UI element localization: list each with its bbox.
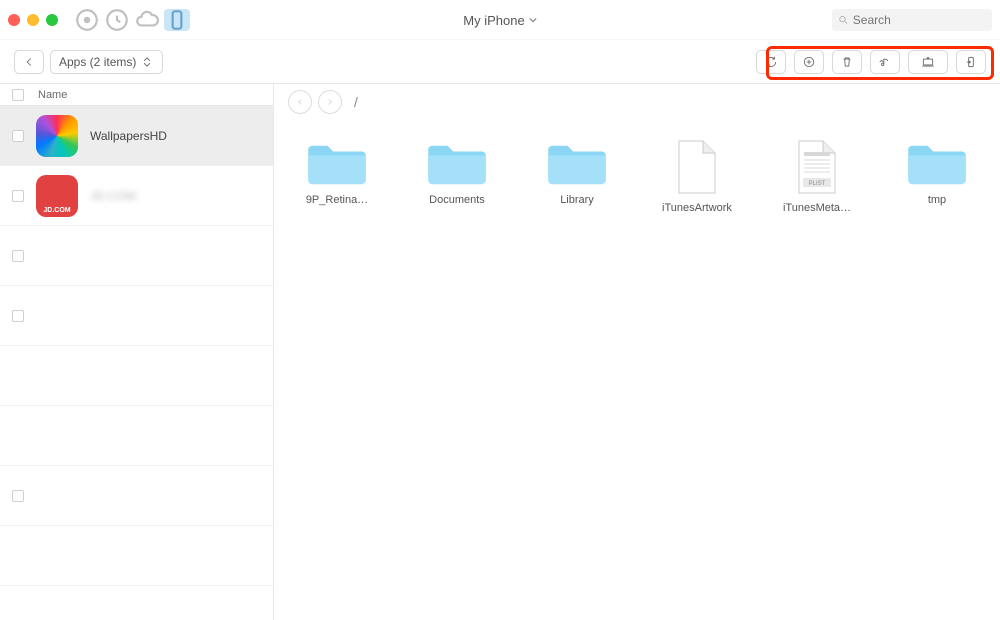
to-device-button[interactable] bbox=[956, 50, 986, 74]
history-tab-icon[interactable] bbox=[104, 9, 130, 31]
grid-item[interactable]: PLIST iTunesMeta… bbox=[768, 140, 866, 214]
column-header: Name bbox=[0, 84, 273, 106]
nav-back-button[interactable] bbox=[288, 90, 312, 114]
row-checkbox[interactable] bbox=[12, 250, 24, 262]
grid-item[interactable]: Library bbox=[528, 140, 626, 214]
folder-icon bbox=[426, 140, 488, 186]
folder-icon bbox=[306, 140, 368, 186]
device-dropdown[interactable]: My iPhone bbox=[463, 13, 536, 28]
search-input[interactable] bbox=[853, 13, 986, 27]
window-minimize-button[interactable] bbox=[27, 14, 39, 26]
row-checkbox[interactable] bbox=[12, 310, 24, 322]
titlebar: My iPhone bbox=[0, 0, 1000, 40]
updown-icon bbox=[140, 55, 154, 69]
add-button[interactable] bbox=[794, 50, 824, 74]
row-checkbox[interactable] bbox=[12, 130, 24, 142]
to-mac-button[interactable] bbox=[908, 50, 948, 74]
sidebar: Name WallpapersHD JD.COM JD.COM bbox=[0, 84, 274, 620]
app-name-label: WallpapersHD bbox=[90, 129, 167, 143]
file-grid: 9P_Retina… Documents Library bbox=[274, 120, 1000, 234]
grid-item-label: Documents bbox=[408, 194, 506, 206]
app-icon bbox=[36, 115, 78, 157]
grid-item-label: Library bbox=[528, 194, 626, 206]
search-icon bbox=[838, 14, 849, 26]
content-pane: / 9P_Retina… Documents bbox=[274, 84, 1000, 620]
device-tab-icon[interactable] bbox=[164, 9, 190, 31]
row-checkbox[interactable] bbox=[12, 490, 24, 502]
path-navbar: / bbox=[274, 84, 1000, 120]
to-itunes-button[interactable] bbox=[870, 50, 900, 74]
cloud-tab-icon[interactable] bbox=[134, 9, 160, 31]
back-button[interactable] bbox=[14, 50, 44, 74]
folder-icon bbox=[546, 140, 608, 186]
empty-row bbox=[0, 526, 273, 586]
grid-item-label: iTunesArtwork bbox=[648, 202, 746, 214]
window-close-button[interactable] bbox=[8, 14, 20, 26]
file-icon bbox=[675, 140, 719, 194]
window-zoom-button[interactable] bbox=[46, 14, 58, 26]
svg-text:PLIST: PLIST bbox=[809, 181, 826, 187]
device-label: My iPhone bbox=[463, 13, 524, 28]
app-name-label: JD.COM bbox=[90, 189, 136, 203]
grid-item[interactable]: 9P_Retina… bbox=[288, 140, 386, 214]
list-item[interactable]: JD.COM JD.COM bbox=[0, 166, 273, 226]
grid-item[interactable]: iTunesArtwork bbox=[648, 140, 746, 214]
list-item[interactable]: WallpapersHD bbox=[0, 106, 273, 166]
window-controls bbox=[8, 14, 58, 26]
grid-item[interactable]: Documents bbox=[408, 140, 506, 214]
grid-item-label: tmp bbox=[888, 194, 986, 206]
row-checkbox[interactable] bbox=[12, 190, 24, 202]
empty-row bbox=[0, 406, 273, 466]
chevron-down-icon bbox=[529, 16, 537, 24]
folder-icon bbox=[906, 140, 968, 186]
refresh-button[interactable] bbox=[756, 50, 786, 74]
grid-item[interactable]: tmp bbox=[888, 140, 986, 214]
column-name-label: Name bbox=[38, 89, 67, 101]
delete-button[interactable] bbox=[832, 50, 862, 74]
select-all-checkbox[interactable] bbox=[12, 89, 24, 101]
empty-row bbox=[0, 346, 273, 406]
empty-row bbox=[0, 286, 273, 346]
grid-item-label: iTunesMeta… bbox=[768, 202, 866, 214]
toolbar: Apps (2 items) bbox=[0, 40, 1000, 84]
search-field[interactable] bbox=[832, 9, 992, 31]
nav-forward-button[interactable] bbox=[318, 90, 342, 114]
music-tab-icon[interactable] bbox=[74, 9, 100, 31]
path-label: / bbox=[354, 94, 358, 110]
breadcrumb-dropdown[interactable]: Apps (2 items) bbox=[50, 50, 163, 74]
empty-row bbox=[0, 226, 273, 286]
empty-row bbox=[0, 466, 273, 526]
breadcrumb-label: Apps (2 items) bbox=[59, 55, 136, 69]
grid-item-label: 9P_Retina… bbox=[288, 194, 386, 206]
app-icon: JD.COM bbox=[36, 175, 78, 217]
plist-file-icon: PLIST bbox=[795, 140, 839, 194]
